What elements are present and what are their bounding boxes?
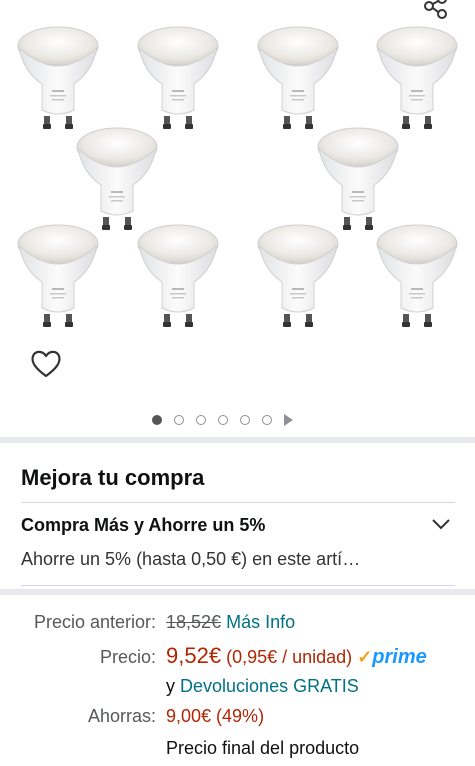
price-row: Precio: 9,52€ (0,95€ / unidad) ✓prime — [0, 643, 475, 673]
bulb-image — [257, 26, 339, 130]
final-price-note: Precio final del producto — [166, 738, 360, 758]
promo-title: Compra Más y Ahorre un 5% — [21, 515, 266, 535]
product-image-gallery[interactable] — [0, 0, 475, 440]
previous-price-row: Precio anterior: 18,52€ Más Info — [0, 612, 475, 638]
bulb-image — [317, 127, 399, 231]
previous-price-value: 18,52€ — [166, 612, 222, 632]
play-icon[interactable] — [284, 414, 293, 426]
bulb-image — [376, 224, 458, 328]
carousel-dot[interactable] — [196, 415, 206, 425]
promo-subtitle: Ahorre un 5% (hasta 0,50 €) en este artí… — [21, 549, 361, 569]
more-info-link[interactable]: Más Info — [226, 612, 295, 632]
prime-check-icon: ✓ — [357, 647, 373, 667]
bulb-image — [17, 224, 99, 328]
savings-label: Ahorras: — [87, 706, 156, 726]
share-icon[interactable] — [420, 0, 450, 24]
bulb-image — [137, 26, 219, 130]
previous-price-label: Precio anterior: — [33, 612, 156, 632]
carousel-indicator — [152, 412, 293, 428]
carousel-dot[interactable] — [262, 415, 272, 425]
prime-logo: prime — [372, 646, 427, 668]
savings-row: Ahorras: 9,00€ (49%) — [0, 706, 475, 732]
promo-expander[interactable]: Compra Más y Ahorre un 5% Ahorre un 5% (… — [21, 502, 455, 586]
carousel-dot[interactable] — [174, 415, 184, 425]
and-text: y — [166, 676, 175, 696]
bulb-image — [137, 224, 219, 328]
carousel-dot[interactable] — [152, 415, 162, 425]
carousel-dot[interactable] — [240, 415, 250, 425]
upgrade-heading: Mejora tu compra — [21, 465, 205, 490]
bulb-image — [376, 26, 458, 130]
bulb-image — [257, 224, 339, 328]
heart-outline-icon[interactable] — [29, 347, 63, 381]
unit-price: (0,95€ / unidad) — [226, 647, 353, 667]
savings-value: 9,00€ (49%) — [166, 706, 265, 726]
carousel-dot[interactable] — [218, 415, 228, 425]
price-value: 9,52€ — [166, 643, 222, 668]
free-returns-link[interactable]: Devoluciones GRATIS — [180, 676, 359, 696]
section-divider — [0, 589, 475, 595]
chevron-down-icon[interactable] — [431, 517, 451, 531]
price-label: Precio: — [99, 647, 156, 667]
returns-row: y Devoluciones GRATIS — [166, 676, 359, 700]
bulb-image — [17, 26, 99, 130]
bulb-image — [76, 127, 158, 231]
section-divider — [0, 437, 475, 443]
